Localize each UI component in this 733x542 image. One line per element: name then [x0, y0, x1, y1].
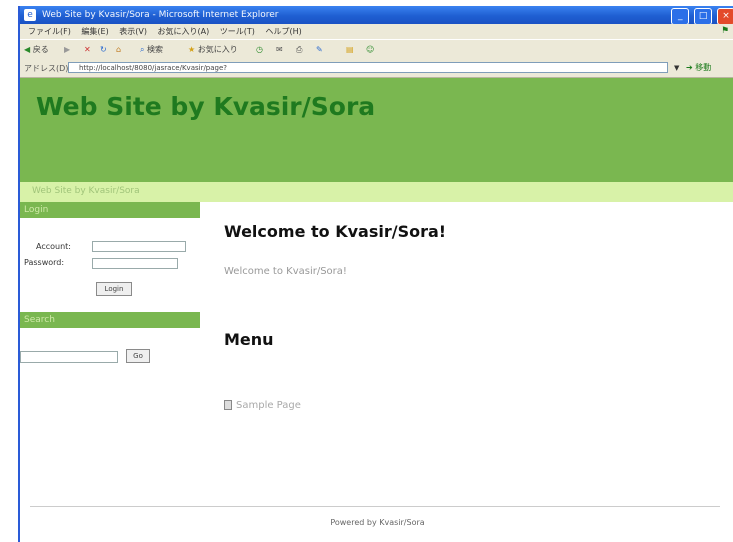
history-icon: ◷ — [256, 45, 263, 54]
folder-button[interactable]: ▤ — [346, 43, 354, 56]
welcome-text: Welcome to Kvasir/Sora! — [224, 266, 347, 277]
search-go-button[interactable]: Go — [126, 349, 150, 363]
browser-window: e Web Site by Kvasir/Sora - Microsoft In… — [18, 6, 733, 542]
messenger-icon: ☺ — [366, 45, 375, 54]
home-icon: ⌂ — [116, 45, 122, 54]
footer-text: Powered by Kvasir/Sora — [330, 518, 425, 527]
menu-file[interactable]: ファイル(F) — [28, 27, 71, 36]
search-button[interactable]: ⌕ 検索 — [140, 43, 163, 56]
history-button[interactable]: ◷ — [256, 43, 263, 56]
print-icon: ⎙ — [296, 45, 303, 54]
search-icon: ⌕ — [140, 45, 145, 54]
minimize-button[interactable]: _ — [671, 8, 690, 25]
footer-divider — [30, 506, 720, 507]
favorites-button[interactable]: ★ お気に入り — [188, 43, 238, 56]
account-label: Account: — [36, 242, 71, 251]
home-button[interactable]: ⌂ — [116, 43, 121, 56]
folder-icon: ▤ — [346, 45, 354, 54]
menu-item-sample-page[interactable]: Sample Page — [224, 400, 301, 411]
address-url: http://localhost/8080/jasrace/Kvasir/pag… — [79, 64, 228, 72]
favorites-label: お気に入り — [197, 45, 238, 54]
search-input[interactable] — [20, 351, 118, 363]
site-subheader: Web Site by Kvasir/Sora — [20, 182, 733, 202]
address-label: アドレス(D) — [24, 64, 69, 73]
menu-heading: Menu — [224, 330, 274, 349]
password-input[interactable] — [92, 258, 178, 269]
windows-flag-icon: ⚑ — [721, 26, 730, 36]
window-controls: _ □ × — [669, 7, 733, 25]
internet-explorer-icon: e — [24, 9, 36, 21]
back-label: 戻る — [32, 45, 49, 54]
toolbar: ◀ 戻る ▶ ✕ ↻ ⌂ ⌕ 検索 ★ お気に入り ◷ ✉ ⎙ ✎ ▤ ☺ — [20, 39, 733, 61]
menu-bar: ファイル(F) 編集(E) 表示(V) お気に入り(A) ツール(T) ヘルプ(… — [20, 24, 733, 39]
welcome-heading: Welcome to Kvasir/Sora! — [224, 222, 447, 241]
maximize-button[interactable]: □ — [694, 8, 713, 25]
title-bar: e Web Site by Kvasir/Sora - Microsoft In… — [20, 6, 733, 25]
messenger-button[interactable]: ☺ — [366, 43, 374, 56]
login-button[interactable]: Login — [96, 282, 132, 296]
go-button[interactable]: ➔ 移動 — [686, 62, 711, 74]
page-icon — [224, 400, 232, 410]
sidebar: Login Account: Password: Login Search Go — [20, 202, 200, 402]
window-title: Web Site by Kvasir/Sora - Microsoft Inte… — [42, 10, 279, 20]
menu-tools[interactable]: ツール(T) — [220, 27, 255, 36]
site-header: Web Site by Kvasir/Sora — [20, 78, 733, 182]
edit-icon: ✎ — [316, 45, 323, 54]
print-button[interactable]: ⎙ — [296, 43, 302, 56]
refresh-icon: ↻ — [100, 45, 107, 54]
menu-edit[interactable]: 編集(E) — [81, 27, 108, 36]
site-subheader-text: Web Site by Kvasir/Sora — [32, 186, 140, 196]
back-arrow-icon: ◀ — [24, 45, 31, 54]
address-input[interactable]: http://localhost/8080/jasrace/Kvasir/pag… — [68, 62, 668, 73]
main-content: Welcome to Kvasir/Sora! Welcome to Kvasi… — [224, 202, 724, 492]
site-title: Web Site by Kvasir/Sora — [36, 92, 376, 121]
favorites-star-icon: ★ — [188, 45, 196, 54]
stop-icon: ✕ — [84, 45, 91, 54]
forward-button[interactable]: ▶ — [64, 43, 70, 56]
close-button[interactable]: × — [717, 8, 733, 25]
forward-arrow-icon: ▶ — [64, 45, 71, 54]
password-label: Password: — [24, 258, 65, 267]
login-heading: Login — [20, 202, 200, 218]
menu-favorites[interactable]: お気に入り(A) — [158, 27, 210, 36]
menu-help[interactable]: ヘルプ(H) — [265, 27, 301, 36]
go-arrow-icon: ➔ — [686, 63, 693, 72]
go-label: 移動 — [695, 63, 712, 72]
edit-button[interactable]: ✎ — [316, 43, 323, 56]
mail-button[interactable]: ✉ — [276, 43, 283, 56]
stop-button[interactable]: ✕ — [84, 43, 91, 56]
page-content: Web Site by Kvasir/Sora Web Site by Kvas… — [20, 78, 733, 542]
back-button[interactable]: ◀ 戻る — [24, 43, 49, 56]
address-dropdown-icon[interactable]: ▼ — [674, 63, 683, 73]
mail-icon: ✉ — [276, 45, 283, 54]
refresh-button[interactable]: ↻ — [100, 43, 107, 56]
search-label: 検索 — [147, 45, 164, 54]
search-heading: Search — [20, 312, 200, 328]
account-input[interactable] — [92, 241, 186, 252]
address-bar: アドレス(D) http://localhost/8080/jasrace/Kv… — [20, 60, 733, 78]
menu-item-label: Sample Page — [236, 400, 301, 411]
menu-view[interactable]: 表示(V) — [119, 27, 147, 36]
